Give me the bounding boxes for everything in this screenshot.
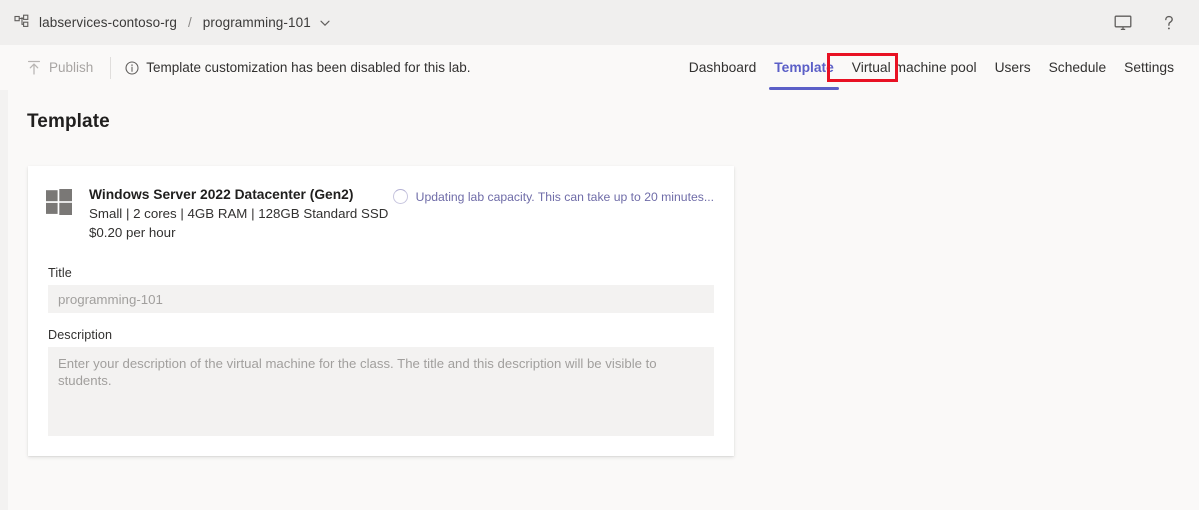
title-field-label: Title: [48, 266, 72, 280]
tab-template[interactable]: Template: [765, 45, 843, 90]
header-actions: [1109, 9, 1199, 37]
title-input[interactable]: [48, 285, 714, 313]
tab-dashboard[interactable]: Dashboard: [680, 45, 766, 90]
windows-logo-icon: [46, 185, 89, 215]
lab-tabs: Dashboard Template Virtual machine pool …: [680, 45, 1199, 90]
tab-virtual-machine-pool-label: Virtual machine pool: [851, 60, 977, 75]
breadcrumb-separator: /: [188, 15, 192, 30]
tab-schedule-label: Schedule: [1048, 60, 1107, 75]
tab-virtual-machine-pool[interactable]: Virtual machine pool: [843, 45, 986, 90]
resource-group-icon: [14, 14, 39, 32]
description-field-label: Description: [48, 328, 113, 342]
breadcrumb: labservices-contoso-rg / programming-101: [0, 0, 331, 45]
breadcrumb-current-lab[interactable]: programming-101: [203, 15, 311, 30]
template-disabled-message: Template customization has been disabled…: [125, 60, 470, 75]
info-circle-icon: [125, 60, 146, 75]
command-bar-divider: [110, 56, 112, 79]
command-bar: Publish Template customization has been …: [0, 45, 1199, 90]
chevron-down-icon[interactable]: [311, 17, 331, 29]
lab-capacity-status: Updating lab capacity. This can take up …: [392, 189, 714, 204]
template-card: Windows Server 2022 Datacenter (Gen2) Sm…: [28, 166, 734, 456]
page-title: Template: [27, 111, 110, 132]
top-header: labservices-contoso-rg / programming-101: [0, 0, 1199, 45]
lab-capacity-status-text: Updating lab capacity. This can take up …: [415, 189, 714, 204]
tab-template-label: Template: [774, 60, 834, 75]
vm-specs: Small | 2 cores | 4GB RAM | 128GB Standa…: [89, 206, 389, 221]
tab-dashboard-label: Dashboard: [688, 60, 757, 75]
template-disabled-message-text: Template customization has been disabled…: [146, 60, 471, 75]
tab-users-label: Users: [994, 60, 1031, 75]
vm-summary: Windows Server 2022 Datacenter (Gen2) Sm…: [46, 185, 388, 242]
question-mark-icon[interactable]: [1155, 9, 1183, 37]
tab-schedule[interactable]: Schedule: [1040, 45, 1116, 90]
left-rail: [0, 90, 8, 510]
tab-settings[interactable]: Settings: [1115, 45, 1183, 90]
publish-upload-icon: [27, 60, 49, 75]
tab-settings-label: Settings: [1124, 60, 1174, 75]
vm-name: Windows Server 2022 Datacenter (Gen2): [89, 187, 354, 202]
breadcrumb-parent-link[interactable]: labservices-contoso-rg: [39, 15, 177, 30]
vm-price: $0.20 per hour: [89, 225, 176, 240]
publish-button-label: Publish: [49, 60, 94, 75]
tab-users[interactable]: Users: [986, 45, 1040, 90]
monitor-icon[interactable]: [1109, 9, 1137, 37]
spinner-icon: [392, 189, 408, 204]
description-textarea[interactable]: [48, 347, 714, 436]
publish-button[interactable]: Publish: [27, 53, 93, 83]
